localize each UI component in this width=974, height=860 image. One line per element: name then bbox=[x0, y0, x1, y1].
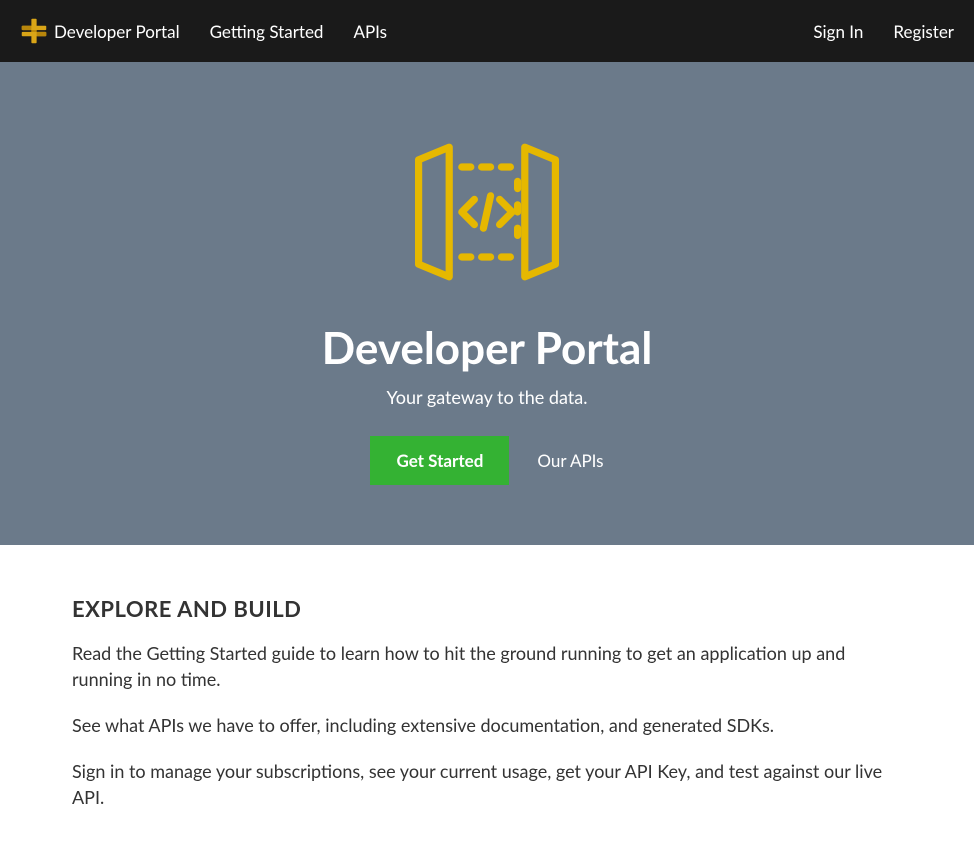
explore-heading: EXPLORE AND BUILD bbox=[72, 595, 902, 622]
navbar: Developer Portal Getting Started APIs Si… bbox=[0, 0, 974, 62]
get-started-button[interactable]: Get Started bbox=[370, 436, 509, 485]
our-apis-button[interactable]: Our APIs bbox=[537, 450, 603, 471]
content-paragraph-2: See what APIs we have to offer, includin… bbox=[72, 712, 902, 738]
nav-left: Developer Portal Getting Started APIs bbox=[20, 17, 387, 45]
nav-link-signin[interactable]: Sign In bbox=[813, 21, 863, 42]
content-paragraph-3: Sign in to manage your subscriptions, se… bbox=[72, 758, 902, 810]
nav-brand-link[interactable]: Developer Portal bbox=[20, 17, 180, 45]
hero-button-row: Get Started Our APIs bbox=[20, 436, 954, 485]
hero-title: Developer Portal bbox=[20, 322, 954, 374]
hero-section: Developer Portal Your gateway to the dat… bbox=[0, 62, 974, 545]
brand-logo-icon bbox=[20, 17, 48, 45]
nav-link-apis[interactable]: APIs bbox=[353, 21, 387, 42]
content-section: EXPLORE AND BUILD Read the Getting Start… bbox=[0, 545, 974, 860]
nav-right: Sign In Register bbox=[813, 21, 954, 42]
content-paragraph-1: Read the Getting Started guide to learn … bbox=[72, 640, 902, 692]
hero-subtitle: Your gateway to the data. bbox=[20, 386, 954, 408]
api-gateway-icon bbox=[20, 122, 954, 302]
nav-link-getting-started[interactable]: Getting Started bbox=[210, 21, 324, 42]
nav-link-register[interactable]: Register bbox=[893, 21, 954, 42]
brand-text: Developer Portal bbox=[54, 21, 180, 42]
